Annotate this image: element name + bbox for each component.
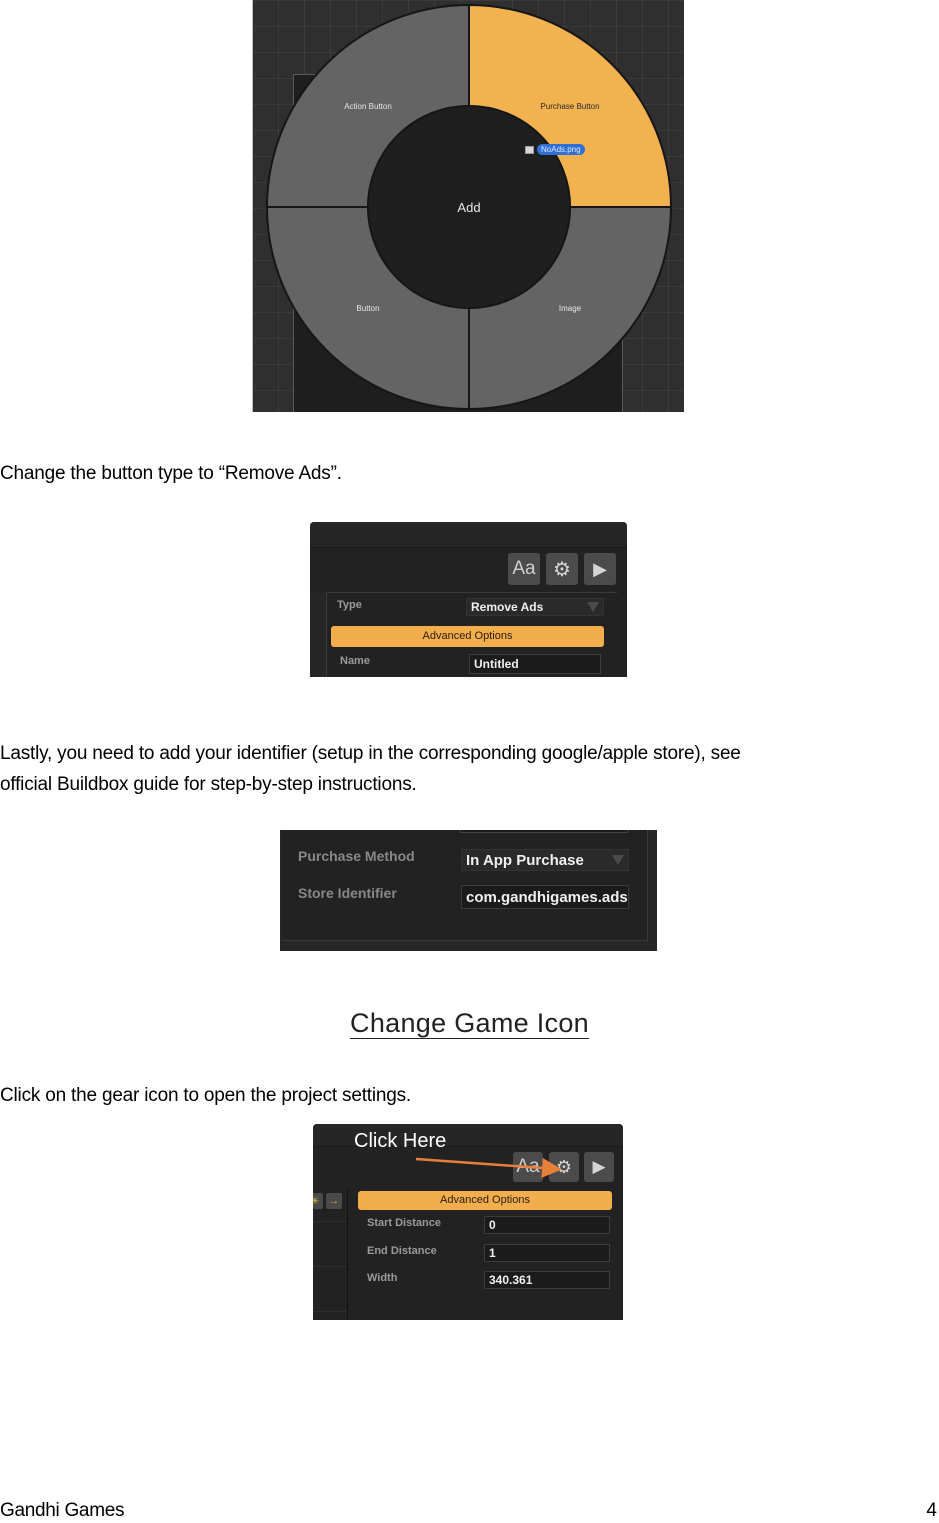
end-distance-input[interactable]: 1 xyxy=(484,1244,610,1262)
type-panel-screenshot: Aa ⚙ ▶ Type Remove Ads Advanced Options … xyxy=(310,522,627,677)
radial-menu-screenshot: Action Button Purchase Button Button Ima… xyxy=(252,0,684,412)
type-select[interactable]: Remove Ads xyxy=(466,598,604,616)
instruction-text: official Buildbox guide for step-by-step… xyxy=(0,774,417,795)
width-label: Width xyxy=(367,1272,398,1284)
segment-label: Button xyxy=(356,304,379,313)
store-identifier-label: Store Identifier xyxy=(298,885,397,901)
type-select-value: Remove Ads xyxy=(471,600,544,614)
purchase-method-label: Purchase Method xyxy=(298,848,415,864)
end-distance-label: End Distance xyxy=(367,1245,437,1257)
play-icon: ▶ xyxy=(593,558,607,579)
advanced-options-button[interactable]: Advanced Options xyxy=(331,626,604,647)
cropped-field xyxy=(460,830,628,833)
purchase-method-value: In App Purchase xyxy=(466,851,584,869)
left-sidebar xyxy=(310,592,327,677)
segment-label: Purchase Button xyxy=(540,102,599,111)
name-input[interactable]: Untitled xyxy=(469,654,601,674)
chevron-down-icon xyxy=(612,855,624,865)
section-heading: Change Game Icon xyxy=(350,1008,589,1038)
settings-panel-screenshot: Aa ⚙ ▶ ✳ → Advanced Options Start Distan… xyxy=(313,1124,623,1320)
start-distance-input[interactable]: 0 xyxy=(484,1216,610,1234)
name-label: Name xyxy=(340,655,370,667)
store-identifier-input[interactable]: com.gandhigames.ads xyxy=(461,885,629,909)
divider xyxy=(313,1266,347,1267)
instruction-text: Change the button type to “Remove Ads”. xyxy=(0,463,342,484)
instruction-text: Click on the gear icon to open the proje… xyxy=(0,1085,412,1106)
window-titlebar xyxy=(310,522,627,548)
divider xyxy=(313,1311,347,1312)
divider xyxy=(313,1221,347,1222)
purchase-method-select[interactable]: In App Purchase xyxy=(461,849,629,871)
play-button[interactable]: ▶ xyxy=(584,553,616,585)
section-heading-wrapper: Change Game Icon xyxy=(0,1008,939,1039)
arrow-icon xyxy=(415,1157,562,1178)
segment-label: Image xyxy=(559,304,582,313)
gear-icon: ⚙ xyxy=(553,558,571,581)
font-button[interactable]: Aa xyxy=(508,553,540,585)
dragged-file-chip[interactable]: NoAds.png xyxy=(537,144,585,155)
type-label: Type xyxy=(337,599,362,611)
instruction-text: Lastly, you need to add your identifier … xyxy=(0,743,741,764)
page-number: 4 xyxy=(926,1500,937,1521)
center-label: Add xyxy=(457,200,480,215)
store-panel-screenshot: Purchase Method In App Purchase Store Id… xyxy=(280,830,657,951)
segment-label: Action Button xyxy=(344,102,392,111)
chevron-down-icon xyxy=(587,602,599,612)
footer-company: Gandhi Games xyxy=(0,1500,125,1521)
settings-button[interactable]: ⚙ xyxy=(546,553,578,585)
radial-menu: Action Button Purchase Button Button Ima… xyxy=(265,3,673,411)
callout-arrow xyxy=(415,1157,562,1178)
file-icon xyxy=(525,146,534,154)
width-input[interactable]: 340.361 xyxy=(484,1271,610,1289)
start-distance-label: Start Distance xyxy=(367,1217,441,1229)
